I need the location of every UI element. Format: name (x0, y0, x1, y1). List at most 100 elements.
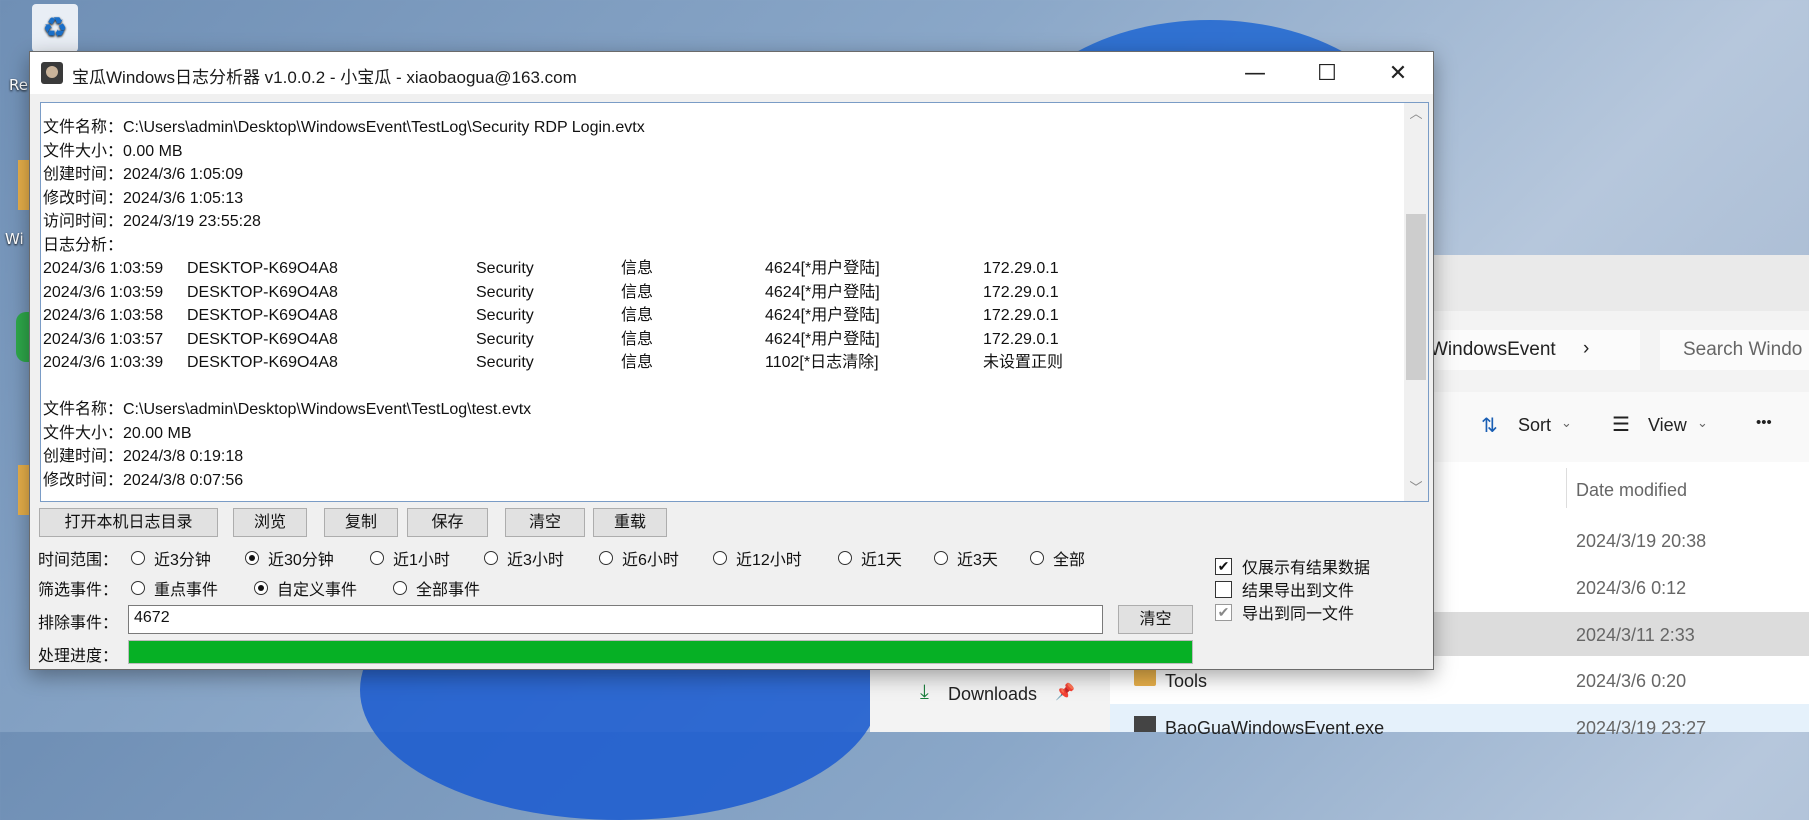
folder-icon (1134, 668, 1156, 686)
file-name-tools[interactable]: Tools (1165, 671, 1207, 692)
maximize-button[interactable]: ☐ (1292, 52, 1362, 94)
radio-label: 近6小时 (622, 552, 679, 569)
log-line: 修改时间：2024/3/6 1:05:13 (43, 189, 244, 207)
event-time: 2024/3/6 1:03:58 (43, 307, 164, 324)
open-log-dir-button[interactable]: 打开本机日志目录 (39, 508, 218, 537)
column-divider (1566, 468, 1567, 508)
copy-button[interactable]: 复制 (324, 508, 398, 537)
file-name-exe[interactable]: BaoGuaWindowsEvent.exe (1165, 718, 1384, 739)
view-button[interactable]: View (1648, 415, 1687, 436)
date-cell: 2024/3/6 0:12 (1576, 578, 1687, 598)
radio-all[interactable]: 全部 (1030, 546, 1085, 570)
log-line: 创建时间：2024/3/8 0:19:18 (43, 448, 244, 465)
event-source: Security (476, 307, 534, 324)
radio-circle (131, 551, 145, 565)
event-host: DESKTOP-K69O4A8 (187, 354, 338, 371)
explorer-address-text: WindowsEvent (1430, 339, 1556, 360)
radio-label: 近1小时 (393, 552, 450, 569)
view-icon: ☰ (1612, 414, 1630, 436)
radio-30min[interactable]: 近30分钟 (245, 546, 334, 570)
checkbox-box: ✔ (1215, 557, 1232, 575)
desktop-icon-label: Wi (5, 230, 24, 248)
save-button[interactable]: 保存 (407, 508, 488, 537)
log-line: 文件大小：20.00 MB (43, 424, 192, 442)
chevron-down-icon: ⌄ (1697, 415, 1708, 430)
minimize-button[interactable]: — (1220, 52, 1290, 94)
vertical-scrollbar[interactable]: ︿ ﹀ (1404, 103, 1428, 501)
desktop-icon-label: Re (9, 76, 28, 94)
date-modified-header[interactable]: Date modified (1576, 480, 1687, 501)
radio-all-events[interactable]: 全部事件 (393, 576, 480, 600)
radio-key-events[interactable]: 重点事件 (131, 576, 218, 600)
checkbox-box: ✔ (1215, 603, 1232, 621)
sort-button[interactable]: Sort (1518, 415, 1551, 436)
radio-label: 近30分钟 (268, 552, 334, 569)
filter-label: 筛选事件： (38, 582, 119, 599)
exclude-label: 排除事件： (38, 615, 119, 632)
reload-button[interactable]: 重载 (593, 508, 667, 537)
radio-1day[interactable]: 近1天 (838, 546, 902, 570)
event-row: 2024/3/6 1:03:39 DESKTOP-K69O4A8 Securit… (43, 351, 1398, 375)
event-id: 4624[*用户登陆] (765, 283, 880, 301)
close-button[interactable]: ✕ (1363, 52, 1433, 94)
radio-custom-events[interactable]: 自定义事件 (254, 576, 357, 600)
date-cell: 2024/3/6 0:20 (1576, 671, 1687, 691)
event-source: Security (476, 330, 534, 348)
radio-label: 重点事件 (154, 582, 219, 599)
event-level: 信息 (621, 260, 654, 277)
log-output[interactable]: 文件名称：C:\Users\admin\Desktop\WindowsEvent… (40, 102, 1429, 502)
radio-3hour[interactable]: 近3小时 (484, 546, 564, 570)
radio-circle (254, 581, 268, 595)
exclude-input[interactable]: 4672 (128, 605, 1103, 634)
scrollbar-thumb[interactable] (1406, 214, 1426, 380)
date-cell: 2024/3/11 2:33 (1576, 625, 1695, 645)
event-time: 2024/3/6 1:03:39 (43, 354, 164, 371)
recycle-bin-icon[interactable]: ♻ (32, 4, 78, 52)
radio-label: 全部 (1053, 552, 1086, 569)
radio-label: 近1天 (861, 552, 902, 569)
title-bar[interactable]: 宝瓜Windows日志分析器 v1.0.0.2 - 小宝瓜 - xiaobaog… (30, 52, 1433, 94)
scroll-up-icon[interactable]: ︿ (1404, 105, 1428, 125)
chevron-right-icon: › (1583, 338, 1590, 359)
log-analyzer-window: 宝瓜Windows日志分析器 v1.0.0.2 - 小宝瓜 - xiaobaog… (29, 51, 1434, 670)
checkbox-label: 导出到同一文件 (1242, 606, 1355, 623)
export-to-file-checkbox[interactable]: 结果导出到文件 (1215, 577, 1354, 601)
radio-1hour[interactable]: 近1小时 (370, 546, 450, 570)
radio-label: 近3天 (957, 552, 998, 569)
event-source: Security (476, 260, 534, 277)
only-results-checkbox[interactable]: ✔ 仅展示有结果数据 (1215, 554, 1370, 578)
more-options-icon[interactable]: ••• (1756, 414, 1772, 431)
progress-label: 处理进度： (38, 648, 119, 665)
scroll-down-icon[interactable]: ﹀ (1404, 479, 1428, 499)
app-icon (1134, 716, 1156, 732)
clear-button[interactable]: 清空 (505, 508, 585, 537)
progress-fill (129, 641, 1192, 663)
event-source: Security (476, 354, 534, 371)
event-level: 信息 (621, 283, 654, 301)
same-file-checkbox[interactable]: ✔ 导出到同一文件 (1215, 600, 1354, 624)
event-host: DESKTOP-K69O4A8 (187, 330, 338, 348)
event-ip: 172.29.0.1 (983, 260, 1059, 277)
event-level: 信息 (621, 330, 654, 348)
radio-6hour[interactable]: 近6小时 (599, 546, 679, 570)
log-line: 修改时间：2024/3/8 0:07:56 (43, 471, 244, 489)
event-ip: 172.29.0.1 (983, 283, 1059, 301)
event-level: 信息 (621, 354, 654, 371)
radio-circle (838, 551, 852, 565)
radio-circle (484, 551, 498, 565)
chevron-down-icon: ⌄ (1561, 415, 1572, 430)
browse-button[interactable]: 浏览 (233, 508, 307, 537)
radio-circle (713, 551, 727, 565)
downloads-nav-item[interactable]: Downloads (948, 684, 1037, 705)
radio-circle (934, 551, 948, 565)
radio-12hour[interactable]: 近12小时 (713, 546, 802, 570)
event-row: 2024/3/6 1:03:59 DESKTOP-K69O4A8 Securit… (43, 257, 1398, 281)
clear-exclude-button[interactable]: 清空 (1118, 605, 1193, 634)
event-host: DESKTOP-K69O4A8 (187, 283, 338, 301)
radio-3min[interactable]: 近3分钟 (131, 546, 211, 570)
log-line: 日志分析： (43, 236, 124, 254)
event-row: 2024/3/6 1:03:59 DESKTOP-K69O4A8 Securit… (43, 281, 1398, 305)
time-range-label: 时间范围： (38, 552, 119, 569)
checkbox-label: 结果导出到文件 (1242, 583, 1355, 600)
radio-3day[interactable]: 近3天 (934, 546, 998, 570)
